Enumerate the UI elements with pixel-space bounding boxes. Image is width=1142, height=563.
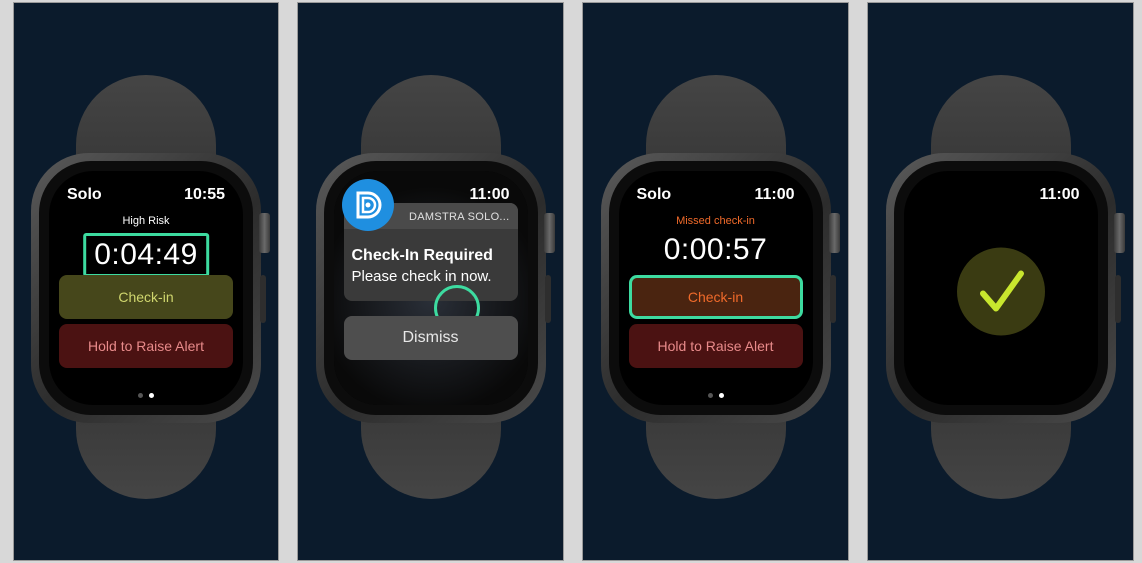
watch-case: Solo 10:55 High Risk 0:04:49 Check-in Ho…	[31, 153, 270, 423]
side-button[interactable]	[260, 275, 266, 323]
watch-screen: Solo 10:55 High Risk 0:04:49 Check-in Ho…	[49, 171, 243, 405]
clock: 11:00	[469, 186, 510, 203]
panel-notification: 11:00 DAMSTRA SOLO... Check-In Required …	[297, 2, 564, 561]
countdown-timer: 0:00:57	[663, 233, 768, 266]
clock: 11:00	[1039, 186, 1080, 203]
risk-label: High Risk	[122, 215, 170, 227]
raise-alert-button[interactable]: Hold to Raise Alert	[628, 324, 803, 368]
watch-case: 11:00	[885, 153, 1125, 423]
page-dot	[138, 393, 143, 398]
damstra-logo-icon	[341, 179, 394, 231]
success-badge	[956, 247, 1045, 336]
page-dot-active	[149, 393, 154, 398]
watch-case: 11:00 DAMSTRA SOLO... Check-In Required …	[315, 153, 555, 423]
notification-title: Check-In Required	[351, 247, 493, 264]
side-button[interactable]	[829, 275, 836, 323]
checkin-button[interactable]: Check-in	[628, 275, 803, 319]
side-button[interactable]	[544, 275, 551, 323]
dismiss-button[interactable]: Dismiss	[343, 316, 518, 360]
checkmark-icon	[979, 270, 1024, 312]
clock: 10:55	[184, 186, 225, 203]
watch-screen: 11:00 DAMSTRA SOLO... Check-In Required …	[333, 171, 528, 405]
countdown-timer: 0:04:49	[83, 233, 209, 277]
watch-case: Solo 11:00 Missed check-in 0:00:57 Check…	[600, 153, 840, 423]
page-indicator	[619, 393, 813, 398]
clock: 11:00	[754, 186, 795, 203]
digital-crown[interactable]	[1113, 213, 1125, 253]
digital-crown[interactable]	[828, 213, 840, 253]
watch-screen: 11:00	[903, 171, 1098, 405]
app-name: Solo	[636, 186, 672, 203]
page-dot-active	[718, 393, 724, 398]
missed-checkin-label: Missed check-in	[676, 215, 755, 227]
panel-high-risk: Solo 10:55 High Risk 0:04:49 Check-in Ho…	[13, 2, 279, 561]
page-dot	[707, 393, 713, 398]
checkin-button[interactable]: Check-in	[59, 275, 233, 319]
digital-crown[interactable]	[543, 213, 555, 253]
notification-body: Please check in now.	[351, 268, 492, 285]
digital-crown[interactable]	[259, 213, 270, 253]
page-indicator	[49, 393, 243, 398]
notification-app-title: DAMSTRA SOLO...	[409, 211, 510, 223]
panel-success: 11:00	[867, 2, 1134, 561]
watch-screen: Solo 11:00 Missed check-in 0:00:57 Check…	[618, 171, 813, 405]
app-name: Solo	[67, 186, 102, 203]
panel-missed-checkin: Solo 11:00 Missed check-in 0:00:57 Check…	[582, 2, 849, 561]
raise-alert-button[interactable]: Hold to Raise Alert	[59, 324, 233, 368]
side-button[interactable]	[1114, 275, 1121, 323]
